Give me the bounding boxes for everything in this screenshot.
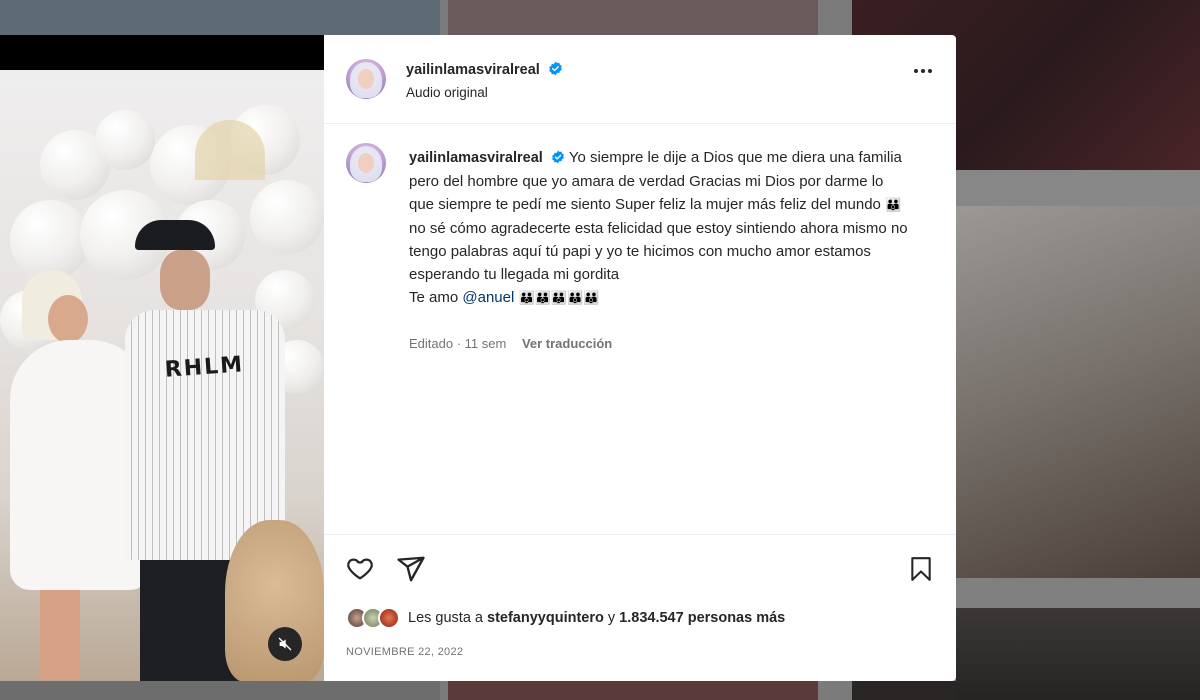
share-button[interactable] [396, 554, 426, 589]
balloon-decoration [10, 200, 90, 280]
more-options-icon[interactable] [914, 69, 932, 73]
verified-icon [549, 61, 563, 76]
bookmark-icon [911, 557, 931, 581]
edited-label: Editado · 11 sem [409, 336, 507, 351]
caption-area: yailinlamasviralreal Yo siempre le dije … [324, 125, 956, 535]
likes-prefix: Les gusta a [408, 610, 483, 626]
background-tile [956, 206, 1200, 578]
caption-te-amo: Te amo [409, 289, 459, 307]
background-tile [448, 681, 818, 700]
mention-link[interactable]: @anuel [462, 289, 514, 306]
caption-username[interactable]: yailinlamasviralreal [409, 150, 543, 166]
like-button[interactable] [345, 555, 375, 588]
likes-count[interactable]: 1.834.547 personas más [619, 610, 785, 626]
avatar[interactable] [346, 143, 386, 183]
audio-label[interactable]: Audio original [406, 85, 488, 100]
background-tile [956, 578, 1200, 608]
video-frame[interactable]: RHLM [0, 70, 324, 681]
balloon-decoration [250, 180, 324, 254]
caption-text-2: no sé cómo agradecerte esta felicidad qu… [409, 219, 908, 284]
translate-link[interactable]: Ver traducción [522, 336, 612, 351]
man-figure [160, 250, 210, 310]
background-tile [0, 681, 440, 700]
man-figure [135, 220, 215, 250]
share-icon [397, 556, 425, 582]
verified-icon [552, 150, 564, 164]
bookmark-button[interactable] [908, 554, 934, 589]
header-username[interactable]: yailinlamasviralreal [406, 62, 540, 78]
background-tile [448, 0, 818, 35]
likes-user[interactable]: stefanyyquintero [487, 610, 604, 626]
mute-icon [278, 637, 292, 651]
family-emoji: 👪 [885, 197, 902, 213]
heart-icon [347, 558, 373, 580]
post-panel: yailinlamasviralreal Audio original yail… [324, 35, 956, 681]
family-emoji-row: 👪👪👪👪👪 [518, 290, 600, 306]
man-figure: RHLM [164, 352, 245, 383]
woman-figure [40, 590, 80, 680]
woman-figure [48, 295, 88, 343]
avatar[interactable] [346, 59, 386, 99]
post-date[interactable]: NOVIEMBRE 22, 2022 [346, 646, 463, 658]
likes-mid: y [607, 610, 616, 626]
post-caption: yailinlamasviralreal Yo siempre le dije … [409, 146, 909, 309]
post-media[interactable]: RHLM [0, 35, 324, 681]
post-header: yailinlamasviralreal Audio original [324, 35, 956, 124]
background-tile [0, 0, 440, 35]
balloon-decoration [95, 110, 155, 170]
mute-button[interactable] [268, 627, 302, 661]
post-modal: RHLM yailinlamasviralreal Audio original… [0, 35, 956, 681]
background-tile [956, 170, 1200, 206]
post-actions: Les gusta a stefanyyquintero y 1.834.547… [324, 534, 956, 681]
caption-meta: Editado · 11 sem Ver traducción [409, 336, 612, 351]
background-tile [852, 681, 956, 700]
likes-summary[interactable]: Les gusta a stefanyyquintero y 1.834.547… [346, 607, 785, 629]
liker-avatar[interactable] [378, 607, 400, 629]
background-tile [956, 608, 1200, 700]
